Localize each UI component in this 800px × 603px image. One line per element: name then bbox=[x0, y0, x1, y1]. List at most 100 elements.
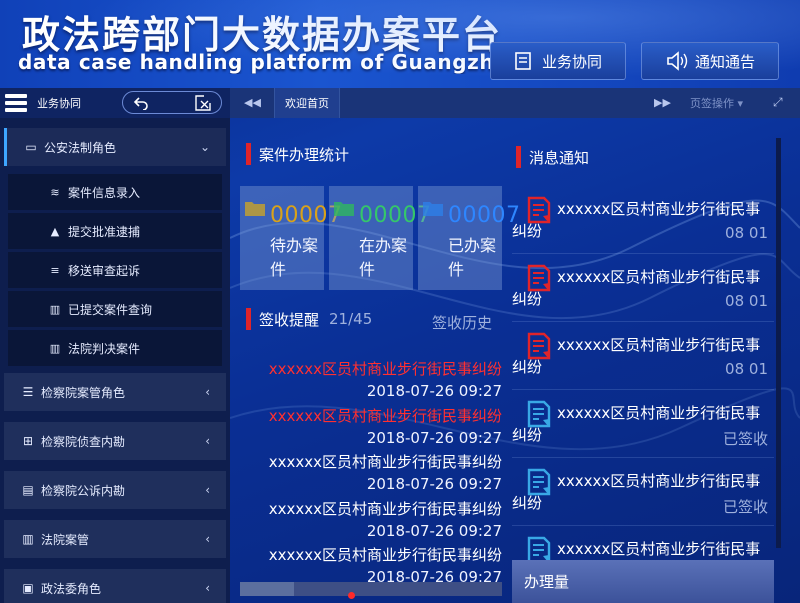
scrollbar-thumb[interactable] bbox=[776, 138, 781, 548]
sidebar-role-label: 检察院侦查内勘 bbox=[41, 434, 126, 449]
volume-section-header: 办理量 bbox=[512, 560, 774, 603]
sidebar-item-label: 案件信息录入 bbox=[68, 185, 141, 200]
sign-list-item[interactable]: xxxxxx区员村商业步行街民事纠纷 2018-07-26 09:27 bbox=[240, 451, 502, 498]
collaboration-button[interactable]: 业务协同 bbox=[490, 42, 626, 80]
sidebar-item-prosecution-transfer[interactable]: ≡ 移送审查起诉 bbox=[8, 252, 222, 288]
notice-title: 消息通知 bbox=[529, 148, 590, 167]
app-header: 政法跨部门大数据办案平台 data case handling platform… bbox=[0, 0, 800, 88]
fullscreen-icon[interactable]: ⤢ bbox=[773, 95, 783, 110]
sign-list-item[interactable]: xxxxxx区员村商业步行街民事纠纷 2018-07-26 09:27 bbox=[240, 405, 502, 452]
sidebar-role-procuratorate-case[interactable]: ☰ 检察院案管角色 ‹ bbox=[4, 373, 226, 411]
sidebar-role-label: 检察院公诉内勘 bbox=[41, 483, 126, 498]
vertical-scrollbar[interactable] bbox=[776, 138, 781, 548]
notice-item[interactable]: xxxxxx区员村商业步行街民事纠纷 08 01 bbox=[512, 256, 774, 322]
sidebar-role-police[interactable]: ▭ 公安法制角色 ⌄ bbox=[4, 128, 226, 166]
document-icon: ▤ bbox=[22, 483, 34, 497]
collaboration-icon bbox=[515, 52, 531, 70]
notice-item[interactable]: xxxxxx区员村商业步行街民事纠纷 已签收 bbox=[512, 392, 774, 458]
briefcase-icon: ▣ bbox=[22, 581, 34, 595]
database-icon: ≡ bbox=[50, 263, 60, 277]
sign-item-date: 2018-07-26 09:27 bbox=[366, 428, 502, 447]
stat-card-completed[interactable]: 00007 已办案件 bbox=[418, 186, 520, 290]
monitor-icon: ▭ bbox=[25, 140, 37, 154]
stats-title: 案件办理统计 bbox=[259, 145, 350, 164]
sidebar-item-arrest-approval[interactable]: ▲ 提交批准逮捕 bbox=[8, 213, 222, 249]
back-icon[interactable] bbox=[133, 96, 149, 110]
sign-list-item[interactable]: xxxxxx区员村商业步行街民事纠纷 2018-07-26 09:27 bbox=[240, 358, 502, 405]
sidebar-role-court[interactable]: ▥ 法院案管 ‹ bbox=[4, 520, 226, 558]
stat-label: 在办案件 bbox=[359, 236, 408, 279]
sidebar-role-label: 法院案管 bbox=[41, 532, 90, 547]
notice-section-header: 消息通知 bbox=[516, 146, 589, 168]
sidebar-header-label: 业务协同 bbox=[37, 97, 81, 110]
tab-prev-icon[interactable]: ◀◀ bbox=[244, 96, 261, 109]
notice-item-meta: 已签收 bbox=[722, 430, 768, 448]
notice-item[interactable]: xxxxxx区员村商业步行街民事纠纷 08 01 bbox=[512, 324, 774, 390]
collaboration-label: 业务协同 bbox=[541, 52, 602, 71]
sign-item-title: xxxxxx区员村商业步行街民事纠纷 bbox=[268, 499, 502, 518]
stat-label: 待办案件 bbox=[270, 236, 319, 279]
sign-item-title: xxxxxx区员村商业步行街民事纠纷 bbox=[268, 453, 502, 471]
chevron-left-icon: ‹ bbox=[205, 385, 210, 399]
notice-item-meta: 08 01 bbox=[725, 224, 768, 242]
sign-item-date: 2018-07-26 09:27 bbox=[366, 382, 502, 400]
tab-strip: ◀◀ 欢迎首页 ▶▶ 页签操作 ▾ ⤢ bbox=[230, 88, 800, 118]
volume-title: 办理量 bbox=[524, 573, 570, 591]
sign-item-title: xxxxxx区员村商业步行街民事纠纷 bbox=[268, 406, 502, 425]
chevron-left-icon: ‹ bbox=[205, 483, 210, 497]
exit-icon[interactable] bbox=[195, 94, 211, 111]
sign-item-title: xxxxxx区员村商业步行街民事纠纷 bbox=[268, 546, 502, 564]
stat-label: 已办案件 bbox=[448, 236, 497, 279]
chevron-left-icon: ‹ bbox=[205, 434, 210, 448]
rss-icon: ≋ bbox=[50, 185, 60, 199]
scrollbar-thumb[interactable] bbox=[240, 582, 294, 596]
notice-label: 通知通告 bbox=[694, 52, 755, 71]
sign-list: xxxxxx区员村商业步行街民事纠纷 2018-07-26 09:27 xxxxxx… bbox=[240, 358, 502, 591]
notice-item[interactable]: xxxxxx区员村商业步行街民事纠纷 08 01 bbox=[512, 188, 774, 254]
warning-icon: ▲ bbox=[50, 224, 60, 238]
notice-item-meta: 已签收 bbox=[722, 498, 768, 516]
indicator-dot bbox=[348, 592, 355, 599]
chevron-left-icon: ‹ bbox=[205, 581, 210, 595]
notice-item[interactable]: xxxxxx区员村商业步行街民事纠纷 已签收 bbox=[512, 460, 774, 526]
notice-item-meta: 08 01 bbox=[725, 292, 768, 310]
tab-home[interactable]: 欢迎首页 bbox=[274, 88, 340, 118]
sidebar-role-procuratorate-investigation[interactable]: ⊞ 检察院侦查内勘 ‹ bbox=[4, 422, 226, 460]
sidebar-item-label: 法院判决案件 bbox=[68, 341, 141, 356]
sidebar-item-label: 提交批准逮捕 bbox=[68, 224, 141, 239]
sign-item-date: 2018-07-26 09:27 bbox=[366, 521, 502, 540]
stat-card-pending[interactable]: 00007 待办案件 bbox=[240, 186, 342, 290]
tab-next-icon[interactable]: ▶▶ bbox=[654, 96, 671, 109]
sidebar: ▭ 公安法制角色 ⌄ ≋ 案件信息录入 ▲ 提交批准逮捕 ≡ 移送审查起诉 ▥ … bbox=[0, 118, 230, 603]
horizontal-scrollbar[interactable] bbox=[240, 582, 502, 599]
sidebar-role-procuratorate-prosecution[interactable]: ▤ 检察院公诉内勘 ‹ bbox=[4, 471, 226, 509]
sign-item-title: xxxxxx区员村商业步行街民事纠纷 bbox=[268, 360, 502, 378]
bar-chart-icon: ▥ bbox=[22, 532, 34, 546]
menu-icon[interactable] bbox=[5, 94, 27, 112]
chevron-down-icon: ⌄ bbox=[199, 140, 210, 154]
stat-number: 00007 bbox=[448, 203, 521, 228]
sidebar-role-label: 政法委角色 bbox=[41, 581, 102, 596]
nav-bar: 业务协同 ◀◀ 欢迎首页 ▶▶ 页签操作 ▾ ⤢ bbox=[0, 88, 800, 118]
stat-card-in-progress[interactable]: 00007 在办案件 bbox=[329, 186, 431, 290]
table-icon: ⊞ bbox=[22, 434, 34, 448]
sign-history-link[interactable]: 签收历史 bbox=[432, 312, 492, 333]
tab-operations-label: 页签操作 bbox=[690, 97, 734, 110]
sign-title: 签收提醒 bbox=[259, 310, 320, 329]
tab-operations-menu[interactable]: 页签操作 ▾ bbox=[690, 95, 743, 111]
sidebar-item-court-verdict[interactable]: ▥ 法院判决案件 bbox=[8, 330, 222, 366]
sidebar-item-case-entry[interactable]: ≋ 案件信息录入 bbox=[8, 174, 222, 210]
speaker-icon bbox=[667, 51, 688, 71]
sign-list-item[interactable]: xxxxxx区员村商业步行街民事纠纷 2018-07-26 09:27 bbox=[240, 498, 502, 545]
list-icon: ☰ bbox=[22, 385, 34, 399]
sidebar-role-political-committee[interactable]: ▣ 政法委角色 ‹ bbox=[4, 569, 226, 603]
stats-section-header: 案件办理统计 bbox=[246, 143, 349, 165]
sidebar-item-label: 已提交案件查询 bbox=[68, 302, 153, 317]
sign-section-header: 签收提醒 21/45 bbox=[246, 308, 372, 330]
notice-button[interactable]: 通知通告 bbox=[641, 42, 779, 80]
bar-chart-icon: ▥ bbox=[49, 341, 61, 355]
main-content: 案件办理统计 00007 待办案件 00007 在办案件 00007 已办案件 … bbox=[230, 118, 800, 603]
app-title: 政法跨部门大数据办案平台 bbox=[22, 13, 503, 57]
sidebar-item-submitted-query[interactable]: ▥ 已提交案件查询 bbox=[8, 291, 222, 327]
sidebar-role-label: 检察院案管角色 bbox=[41, 385, 126, 400]
